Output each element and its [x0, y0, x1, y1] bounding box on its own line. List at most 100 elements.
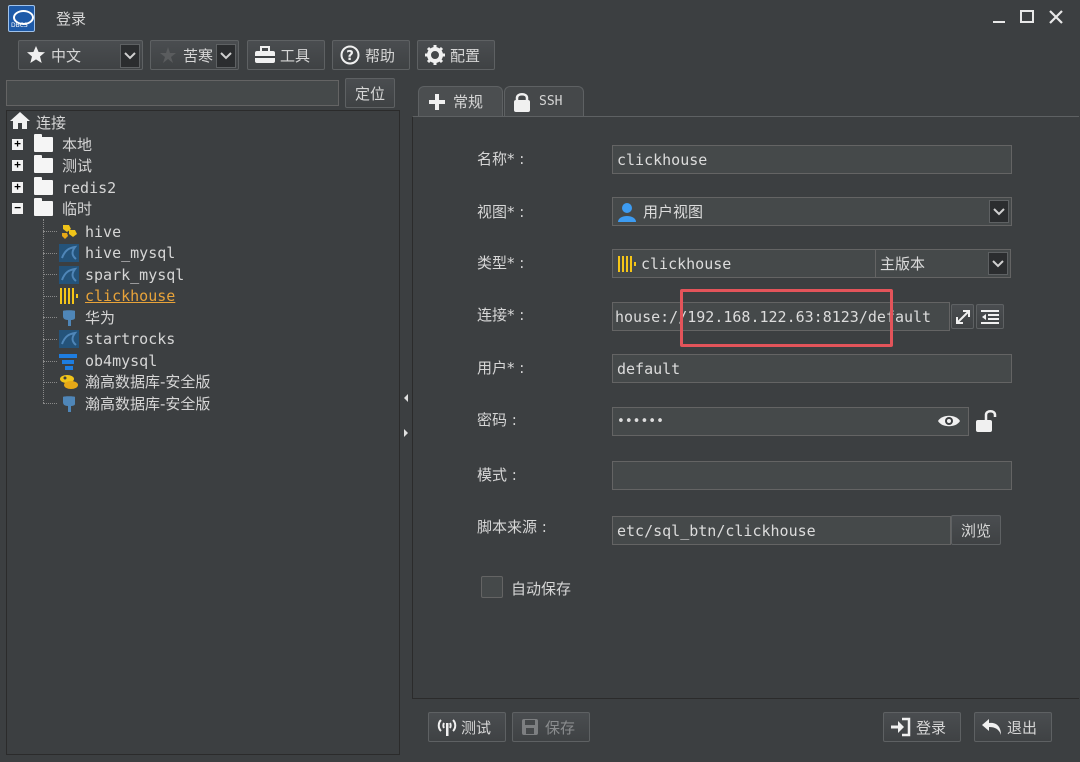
tree-item-hive-mysql[interactable]: hive_mysql	[59, 242, 175, 263]
login-icon	[890, 716, 912, 738]
lock-icon	[513, 92, 531, 112]
help-icon: ?	[339, 44, 361, 66]
tree-folder-label: 临时	[62, 200, 93, 218]
chevron-down-icon	[120, 44, 140, 68]
star-icon	[25, 44, 47, 66]
view-label: 视图* :	[477, 203, 525, 221]
connect-label: 连接* :	[477, 306, 525, 324]
tree-folder-test[interactable]: 测试	[34, 155, 92, 176]
tree-folder-label: redis2	[62, 178, 117, 197]
expand-icon[interactable]: +	[12, 181, 23, 193]
tree-item-label: 瀚高数据库-安全版	[85, 373, 211, 391]
tree-guide-line	[43, 219, 44, 403]
exit-label: 退出	[1007, 718, 1038, 737]
eye-icon[interactable]	[937, 410, 961, 432]
type-value: clickhouse	[641, 254, 732, 273]
locate-label: 定位	[354, 84, 385, 103]
url-list-button[interactable]	[976, 304, 1004, 329]
help-label: 帮助	[365, 46, 396, 65]
tab-general-label: 常规	[453, 93, 484, 111]
tree-item-startrocks[interactable]: startrocks	[59, 328, 175, 349]
view-select[interactable]: 用户视图	[612, 197, 1012, 226]
app-logo-icon: DBCS	[8, 5, 35, 32]
window-title: 登录	[56, 10, 87, 28]
autosave-checkbox[interactable]	[481, 576, 503, 598]
plus-icon	[429, 93, 445, 110]
password-label: 密码 :	[477, 411, 517, 429]
exit-button[interactable]: 退出	[974, 712, 1052, 742]
panel-splitter[interactable]	[400, 80, 412, 760]
tree-item-label: startrocks	[85, 329, 176, 348]
svg-text:?: ?	[346, 49, 354, 64]
chevron-down-icon	[988, 252, 1008, 275]
minimize-icon[interactable]	[988, 6, 1010, 28]
password-field[interactable]: ••••••	[612, 407, 969, 436]
tree-folder-redis2[interactable]: redis2	[34, 177, 116, 198]
collapse-icon[interactable]: −	[12, 202, 23, 214]
version-select[interactable]: 主版本	[875, 249, 1011, 278]
toolbox-icon	[254, 44, 276, 66]
user-label: 用户* :	[477, 359, 525, 377]
schema-field[interactable]	[612, 461, 1012, 490]
script-source-field[interactable]: etc/sql_btn/clickhouse	[612, 516, 951, 545]
browse-button[interactable]: 浏览	[951, 515, 1001, 545]
tree-item-clickhouse[interactable]: clickhouse	[59, 285, 175, 306]
config-button[interactable]: 配置	[417, 40, 495, 70]
locate-button[interactable]: 定位	[345, 78, 395, 108]
unlock-icon[interactable]	[972, 408, 998, 434]
search-input[interactable]	[6, 80, 339, 106]
tree-item-ob4mysql[interactable]: ob4mysql	[59, 350, 157, 371]
expand-icon[interactable]: +	[12, 138, 23, 150]
home-icon	[9, 111, 31, 134]
postgres-icon	[59, 309, 79, 327]
highgo-icon	[59, 373, 79, 391]
folder-icon	[34, 198, 53, 216]
schema-label: 模式 :	[477, 466, 517, 484]
tab-ssh[interactable]: SSH	[504, 86, 584, 116]
tree-item-huawei[interactable]: 华为	[59, 307, 115, 328]
mysql-icon	[59, 243, 79, 262]
close-icon[interactable]	[1045, 6, 1067, 28]
tree-folder-temp[interactable]: 临时	[34, 198, 92, 219]
tree-item-highgo-2[interactable]: 瀚高数据库-安全版	[59, 393, 210, 414]
tools-button[interactable]: 工具	[247, 40, 325, 70]
connection-tree: 连接 + 本地 + 测试 + redis2 − 临时 hive hive_mys…	[6, 110, 400, 755]
tree-item-label: spark_mysql	[85, 265, 185, 284]
tree-root[interactable]: 连接	[9, 112, 66, 133]
clickhouse-icon	[59, 287, 79, 305]
save-icon	[519, 716, 541, 738]
tree-folder-local[interactable]: 本地	[34, 134, 92, 155]
login-button[interactable]: 登录	[883, 712, 961, 742]
tree-item-highgo-1[interactable]: 瀚高数据库-安全版	[59, 371, 210, 392]
user-field[interactable]: default	[612, 354, 1012, 383]
tree-item-spark-mysql[interactable]: spark_mysql	[59, 264, 184, 285]
mysql-icon	[59, 329, 79, 348]
theme-select[interactable]: 苦寒	[150, 40, 239, 70]
tree-item-hive[interactable]: hive	[59, 221, 121, 242]
save-button[interactable]: 保存	[512, 712, 590, 742]
folder-icon	[34, 177, 53, 195]
help-button[interactable]: ? 帮助	[332, 40, 410, 70]
tree-folder-label: 测试	[62, 157, 93, 175]
expand-url-button[interactable]	[951, 304, 974, 329]
language-value: 中文	[51, 46, 82, 65]
tab-general[interactable]: 常规	[418, 86, 503, 116]
tree-guide-line	[43, 296, 57, 297]
chevron-down-icon	[989, 200, 1009, 223]
name-label: 名称* :	[477, 150, 525, 168]
maximize-icon[interactable]	[1016, 6, 1038, 28]
name-field[interactable]: clickhouse	[612, 145, 1012, 174]
expand-icon[interactable]: +	[12, 159, 23, 171]
type-field[interactable]: clickhouse	[612, 249, 876, 278]
config-label: 配置	[450, 46, 481, 65]
tab-ssh-label: SSH	[539, 94, 563, 109]
antenna-icon	[435, 716, 457, 738]
theme-value: 苦寒	[183, 46, 214, 65]
login-label: 登录	[916, 718, 947, 737]
language-select[interactable]: 中文	[18, 40, 143, 70]
tree-item-label: 瀚高数据库-安全版	[85, 395, 211, 413]
tree-guide-line	[43, 231, 57, 232]
test-button[interactable]: 测试	[428, 712, 506, 742]
list-icon	[981, 309, 999, 325]
highlight-annotation	[680, 289, 893, 347]
